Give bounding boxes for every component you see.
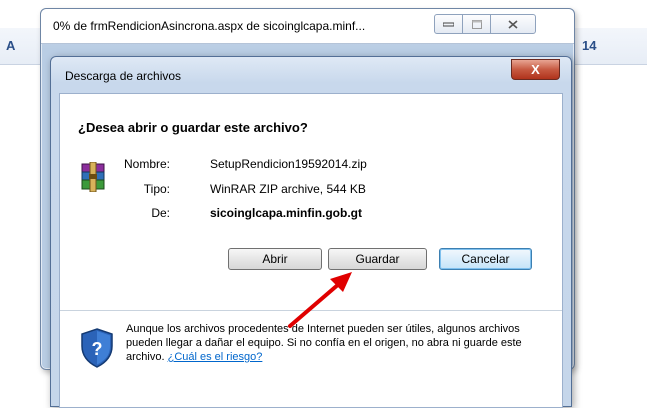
save-button[interactable]: Guardar — [328, 248, 427, 270]
dialog-title: Descarga de archivos — [65, 69, 182, 83]
security-shield-icon: ? — [81, 328, 113, 368]
file-type-label: Tipo: — [143, 182, 170, 196]
background-text-left: A — [6, 38, 16, 53]
file-download-dialog: Descarga de archivos X ¿Desea abrir o gu… — [50, 56, 572, 408]
dialog-question: ¿Desea abrir o guardar este archivo? — [78, 120, 308, 135]
file-source-label: De: — [151, 206, 170, 220]
progress-window-title: 0% de frmRendicionAsincrona.aspx de sico… — [53, 19, 366, 33]
close-icon — [508, 19, 518, 29]
cancel-button[interactable]: Cancelar — [439, 248, 532, 270]
file-name-label: Nombre: — [123, 157, 170, 171]
minimize-icon — [443, 22, 454, 27]
minimize-button[interactable] — [434, 14, 463, 34]
maximize-button[interactable] — [462, 14, 491, 34]
risk-help-link[interactable]: ¿Cuál es el riesgo? — [168, 351, 263, 363]
open-button[interactable]: Abrir — [228, 248, 322, 270]
dialog-body: ¿Desea abrir o guardar este archivo? Nom… — [59, 93, 563, 408]
file-source-value: sicoinglcapa.minfin.gob.gt — [210, 206, 363, 220]
dialog-close-button[interactable]: X — [511, 59, 560, 80]
close-button[interactable] — [490, 14, 536, 34]
file-type-value: WinRAR ZIP archive, 544 KB — [210, 182, 366, 196]
background-text-right: 14 — [582, 38, 597, 53]
file-name-value: SetupRendicion19592014.zip — [210, 157, 367, 171]
svg-text:?: ? — [92, 339, 103, 359]
divider — [60, 310, 562, 311]
security-warning: Aunque los archivos procedentes de Inter… — [126, 322, 546, 364]
close-icon: X — [531, 62, 540, 77]
maximize-icon — [471, 19, 482, 29]
